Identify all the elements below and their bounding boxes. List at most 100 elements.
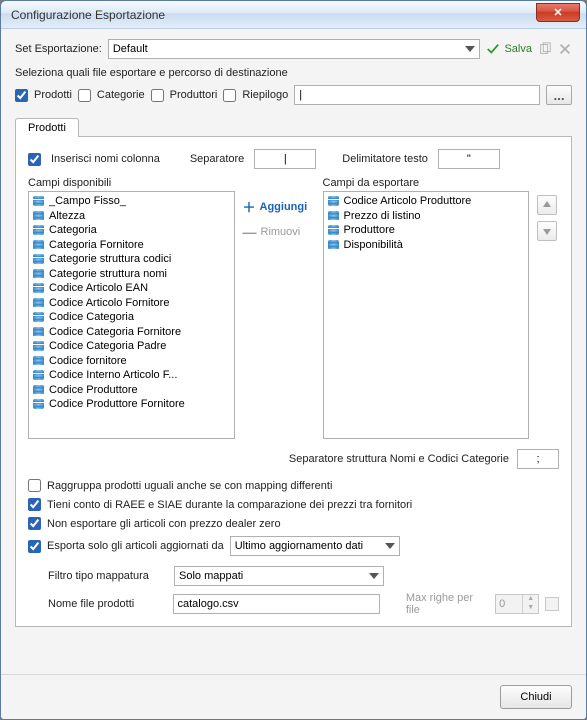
text-delimiter-label: Delimitatore testo [342,153,428,165]
copy-icon [538,42,552,56]
field-icon [328,211,339,221]
field-icon [33,225,44,235]
list-item-label: Codice Articolo Produttore [344,194,472,209]
lbl-produttori: Produttori [170,89,218,101]
field-icon [33,283,44,293]
field-icon [33,240,44,250]
field-icon [33,254,44,264]
field-icon [33,341,44,351]
lbl-group-products: Raggruppa prodotti uguali anche se con m… [47,480,332,492]
export-fields-list[interactable]: Codice Articolo ProduttorePrezzo di list… [323,191,530,439]
max-rows-input [496,598,522,610]
arrow-down-icon [542,226,552,236]
list-item-label: Disponibilità [344,238,403,253]
chk-prodotti[interactable] [15,89,28,102]
list-item-label: Codice Interno Articolo F... [49,368,177,383]
select-files-label: Seleziona quali file esportare e percors… [15,67,572,79]
text-delimiter-input[interactable] [438,149,500,169]
titlebar: Configurazione Esportazione ✕ [1,1,586,29]
delete-set-button[interactable] [558,42,572,56]
chk-only-updated[interactable] [28,540,41,553]
field-icon [328,225,339,235]
list-item[interactable]: _Campo Fisso_ [31,194,232,209]
list-item[interactable]: Codice Categoria Fornitore [31,325,232,340]
check-icon [486,42,500,56]
map-filter-select[interactable]: Solo mappati [174,566,384,586]
list-item-label: Categoria Fornitore [49,238,144,253]
file-selection-row: Prodotti Categorie Produttori Riepilogo … [15,85,572,105]
separator-input[interactable] [254,149,316,169]
lbl-riepilogo: Riepilogo [242,89,288,101]
export-set-row: Set Esportazione: Default Salva [15,39,572,59]
list-item[interactable]: Codice Articolo EAN [31,281,232,296]
chk-no-dealer-zero[interactable] [28,517,41,530]
max-rows-spinner: ▲▼ [495,594,539,614]
add-field-button[interactable]: ＋ Aggiungi [243,195,315,218]
tabs-container: Prodotti Inserisci nomi colonna Separato… [15,117,572,627]
close-button[interactable]: Chiudi [500,685,572,709]
chk-raee-siae[interactable] [28,498,41,511]
field-icon [33,269,44,279]
delete-icon [558,42,572,56]
chk-riepilogo[interactable] [223,89,236,102]
list-item[interactable]: Produttore [326,223,527,238]
list-item[interactable]: Categorie struttura nomi [31,267,232,282]
list-item-label: Categoria [49,223,97,238]
order-buttons [537,193,559,241]
save-set-button[interactable]: Salva [486,42,532,56]
list-item[interactable]: Disponibilità [326,238,527,253]
plus-icon: ＋ [243,197,256,216]
list-item[interactable]: Codice Produttore [31,383,232,398]
list-item[interactable]: Codice Categoria Padre [31,339,232,354]
list-item[interactable]: Categoria [31,223,232,238]
remove-field-button[interactable]: — Rimuovi [243,224,315,240]
filename-input[interactable] [173,594,381,614]
list-item[interactable]: Categoria Fornitore [31,238,232,253]
available-fields-list[interactable]: _Campo Fisso_AltezzaCategoriaCategoria F… [28,191,235,439]
list-item[interactable]: Codice fornitore [31,354,232,369]
list-item-label: Altezza [49,209,85,224]
list-item-label: Codice Articolo Fornitore [49,296,169,311]
chk-categorie[interactable] [78,89,91,102]
max-rows-label: Max righe per file [406,592,489,616]
tab-prodotti[interactable]: Prodotti [15,118,79,137]
list-item[interactable]: Codice Interno Articolo F... [31,368,232,383]
list-item[interactable]: Codice Produttore Fornitore [31,397,232,412]
export-config-window: Configurazione Esportazione ✕ Set Esport… [0,0,587,720]
list-item[interactable]: Prezzo di listino [326,209,527,224]
lbl-only-updated: Esporta solo gli articoli aggiornati da [47,540,224,552]
move-up-button[interactable] [537,195,557,215]
browse-button[interactable]: ... [546,85,572,105]
lbl-raee-siae: Tieni conto di RAEE e SIAE durante la co… [47,499,412,511]
list-item[interactable]: Codice Articolo Produttore [326,194,527,209]
list-item[interactable]: Altezza [31,209,232,224]
available-fields-label: Campi disponibili [28,177,235,189]
copy-set-button[interactable] [538,42,552,56]
content-area: Set Esportazione: Default Salva Selezion… [1,29,586,674]
field-picker: Campi disponibili _Campo Fisso_AltezzaCa… [28,177,559,439]
list-item-label: Categorie struttura codici [49,252,171,267]
footer: Chiudi [1,674,586,719]
destination-path-input[interactable] [294,85,540,105]
lbl-no-dealer-zero: Non esportare gli articoli con prezzo de… [47,518,281,530]
export-fields-label: Campi da esportare [323,177,530,189]
field-icon [33,211,44,221]
chk-produttori[interactable] [151,89,164,102]
updated-since-select[interactable]: Ultimo aggiornamento dati [230,536,400,556]
list-item-label: Codice Categoria Padre [49,339,166,354]
list-item[interactable]: Categorie struttura codici [31,252,232,267]
move-down-button[interactable] [537,221,557,241]
tabbar: Prodotti [15,117,572,136]
list-item[interactable]: Codice Categoria [31,310,232,325]
chk-group-products[interactable] [28,479,41,492]
category-separator-input[interactable] [517,449,559,469]
export-set-select[interactable]: Default [108,39,481,59]
chk-insert-column-names[interactable] [28,153,41,166]
list-item-label: _Campo Fisso_ [49,194,126,209]
lbl-prodotti: Prodotti [34,89,72,101]
list-item[interactable]: Codice Articolo Fornitore [31,296,232,311]
max-rows-enable-checkbox[interactable] [545,597,559,611]
window-close-button[interactable]: ✕ [536,3,580,22]
add-label: Aggiungi [260,201,308,213]
field-icon [33,196,44,206]
